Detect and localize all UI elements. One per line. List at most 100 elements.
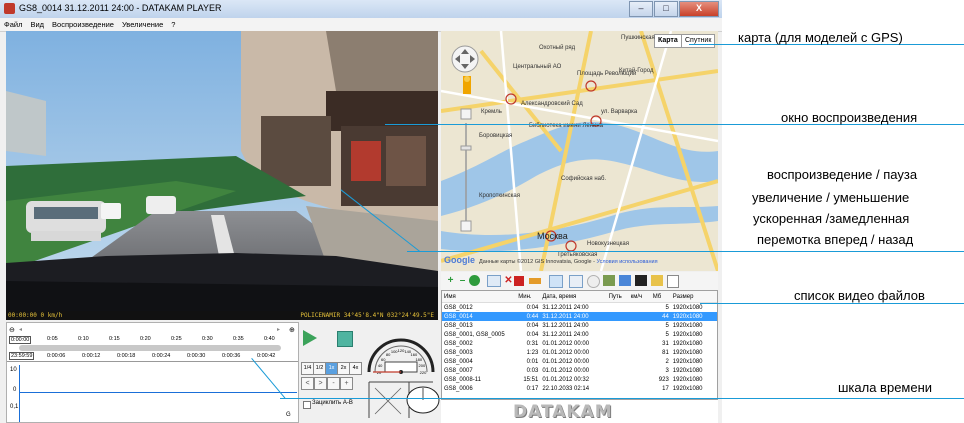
file-row[interactable]: GS8_0008-11 15:51 01.01.2012 00:32 923 1920x… <box>442 376 717 385</box>
map-icon[interactable] <box>619 275 631 286</box>
file-cell: 3 <box>665 368 669 375</box>
disc-icon[interactable] <box>587 275 600 288</box>
timeline-tick: 0:00:36 <box>222 353 241 359</box>
graph-label-0: 0 <box>13 387 17 393</box>
film-icon[interactable] <box>635 275 647 286</box>
file-cell: GS8_0007 <box>444 368 473 375</box>
g-axis-label: G <box>286 412 291 418</box>
callout-controls-2: увеличение / уменьшение <box>752 190 910 205</box>
graph-label-10: 10 <box>10 367 17 373</box>
menu-zoom[interactable]: Увеличение <box>118 18 167 31</box>
scroll-left-icon[interactable]: ◂ <box>19 326 22 333</box>
file-row[interactable]: GS8_0006 0:17 22.10.2033 02:14 17 1920x1080 <box>442 385 717 394</box>
playback-controls: 1/41/21x2x4x <>-+ Зациклить A-B G 204060… <box>286 322 441 423</box>
col-name[interactable]: Имя <box>442 291 517 303</box>
map-terms-link[interactable]: Условия использования <box>597 259 658 265</box>
window-controls: – □ X <box>628 1 719 17</box>
title-bar: GS8_0014 31.12.2011 24:00 - DATAKAM PLAY… <box>0 0 722 19</box>
file-cell: GS8_0013 <box>444 322 473 329</box>
file-cell: 31.12.2011 24:00 <box>542 322 589 329</box>
export-arrow-icon[interactable] <box>529 278 541 284</box>
file-list-toolbar: + – ✕ <box>441 272 718 291</box>
file-cell: 15:51 <box>523 377 539 384</box>
map-type-satellite-button[interactable]: Спутник <box>681 34 716 48</box>
loop-ab-checkbox[interactable] <box>303 401 311 409</box>
file-cell: 17 <box>662 386 669 393</box>
map-label: Центральный АО <box>513 64 562 70</box>
col-path[interactable]: Путь <box>606 291 629 303</box>
minimize-button[interactable]: – <box>629 1 653 17</box>
window-title: GS8_0014 31.12.2011 24:00 - DATAKAM PLAY… <box>19 3 222 13</box>
callout-controls-1: воспроизведение / пауза <box>767 167 918 182</box>
timeline-tick: 0:15 <box>109 336 120 342</box>
map-type-map-button[interactable]: Карта <box>654 34 682 48</box>
zoom-in-icon[interactable]: ⊕ <box>289 326 295 334</box>
refresh-icon[interactable] <box>469 275 480 286</box>
col-min[interactable]: Мин. <box>516 291 541 303</box>
file-cell: 2 <box>665 359 669 366</box>
zoom-in-button[interactable]: + <box>340 377 353 390</box>
col-mb[interactable]: Мб <box>650 291 671 303</box>
file-row[interactable]: GS8_0012 0:04 31.12.2011 24:00 5 1920x1080 <box>442 303 717 313</box>
file-cell: 1920x1080 <box>672 359 703 366</box>
col-resolution[interactable]: Размер <box>670 291 717 303</box>
file-row[interactable]: GS8_0001, GS8_0005 0:04 31.12.2011 24:00 5 1… <box>442 330 717 339</box>
file-cell <box>629 367 651 376</box>
timeline-tick: 0:00:12 <box>82 353 101 359</box>
zoom-out-icon[interactable]: ⊖ <box>9 326 15 334</box>
file-cell <box>606 312 629 322</box>
menu-help[interactable]: ? <box>167 18 179 31</box>
speedometer-tick-label: 40 <box>378 363 383 368</box>
add-file-button[interactable]: + <box>445 275 456 286</box>
speedometer-tick-label: 200 <box>419 363 426 368</box>
file-cell: 81 <box>662 350 669 357</box>
copy-icon[interactable] <box>487 275 501 287</box>
timeline-tick: 0:05 <box>47 336 58 342</box>
delete-all-icon[interactable] <box>514 276 524 286</box>
callout-file-list: список видео файлов <box>794 288 925 303</box>
timeline-tick: 0:00:42 <box>257 353 276 359</box>
file-cell <box>629 321 651 330</box>
file-row[interactable]: GS8_0002 0:31 01.01.2012 00:00 31 1920x1080 <box>442 339 717 348</box>
callout-line-controls-h <box>407 251 964 252</box>
next-frame-button[interactable]: > <box>314 377 327 390</box>
file-row[interactable]: GS8_0014 0:44 31.12.2011 24:00 44 1920x1080 <box>442 312 717 322</box>
menu-playback[interactable]: Воспроизведение <box>48 18 118 31</box>
file-row[interactable]: GS8_0003 1:23 01.01.2012 00:00 81 1920x1080 <box>442 348 717 357</box>
menu-view[interactable]: Вид <box>26 18 48 31</box>
document-icon[interactable] <box>667 275 679 288</box>
menu-bar: Файл Вид Воспроизведение Увеличение ? <box>0 18 722 32</box>
open-folder-icon[interactable] <box>651 275 663 286</box>
file-cell <box>607 358 629 367</box>
file-row[interactable]: GS8_0007 0:03 01.01.2012 00:00 3 1920x1080 <box>442 367 717 376</box>
file-row[interactable]: GS8_0004 0:01 01.01.2012 00:00 2 1920x1080 <box>442 358 717 367</box>
timeline-tick: 0:00:24 <box>152 353 171 359</box>
image-icon[interactable] <box>603 275 615 286</box>
datakam-player-window: GS8_0014 31.12.2011 24:00 - DATAKAM PLAY… <box>0 0 722 423</box>
play-pause-button[interactable] <box>303 330 317 346</box>
stop-button[interactable] <box>337 331 353 347</box>
file-cell: GS8_0008-11 <box>444 377 481 384</box>
folder-icon[interactable] <box>569 275 583 288</box>
menu-file[interactable]: Файл <box>0 18 26 31</box>
speedometer-tick-label: 220 <box>420 370 427 375</box>
file-row[interactable]: GS8_0013 0:04 31.12.2011 24:00 5 1920x1080 <box>442 321 717 330</box>
timeline-panel[interactable]: ⊖ ⊕ ◂ ▸ 0:00:00 0:05 0:10 0:15 0:20 0:25 0:30… <box>6 322 299 423</box>
file-cell: GS8_0001, GS8_0005 <box>444 331 505 338</box>
file-cell <box>607 321 629 330</box>
file-cell: 1:23 <box>526 350 539 357</box>
prev-frame-button[interactable]: < <box>301 377 314 390</box>
gps-map[interactable]: Карта Спутник Охотный ряд Центральный АО… <box>441 31 718 271</box>
maximize-button[interactable]: □ <box>654 1 678 17</box>
col-speed[interactable]: км/ч <box>628 291 651 303</box>
settings-icon[interactable] <box>549 275 563 288</box>
close-button[interactable]: X <box>679 1 719 17</box>
remove-file-button[interactable]: – <box>457 275 468 286</box>
video-playback-area[interactable] <box>6 31 438 319</box>
zoom-out-button[interactable]: - <box>327 377 340 390</box>
scroll-right-icon[interactable]: ▸ <box>277 326 280 333</box>
timeline-scrollbar[interactable] <box>19 345 281 351</box>
col-datetime[interactable]: Дата, время <box>540 291 607 303</box>
delete-file-button[interactable]: ✕ <box>503 275 514 286</box>
file-cell: 0:01 <box>526 359 539 366</box>
